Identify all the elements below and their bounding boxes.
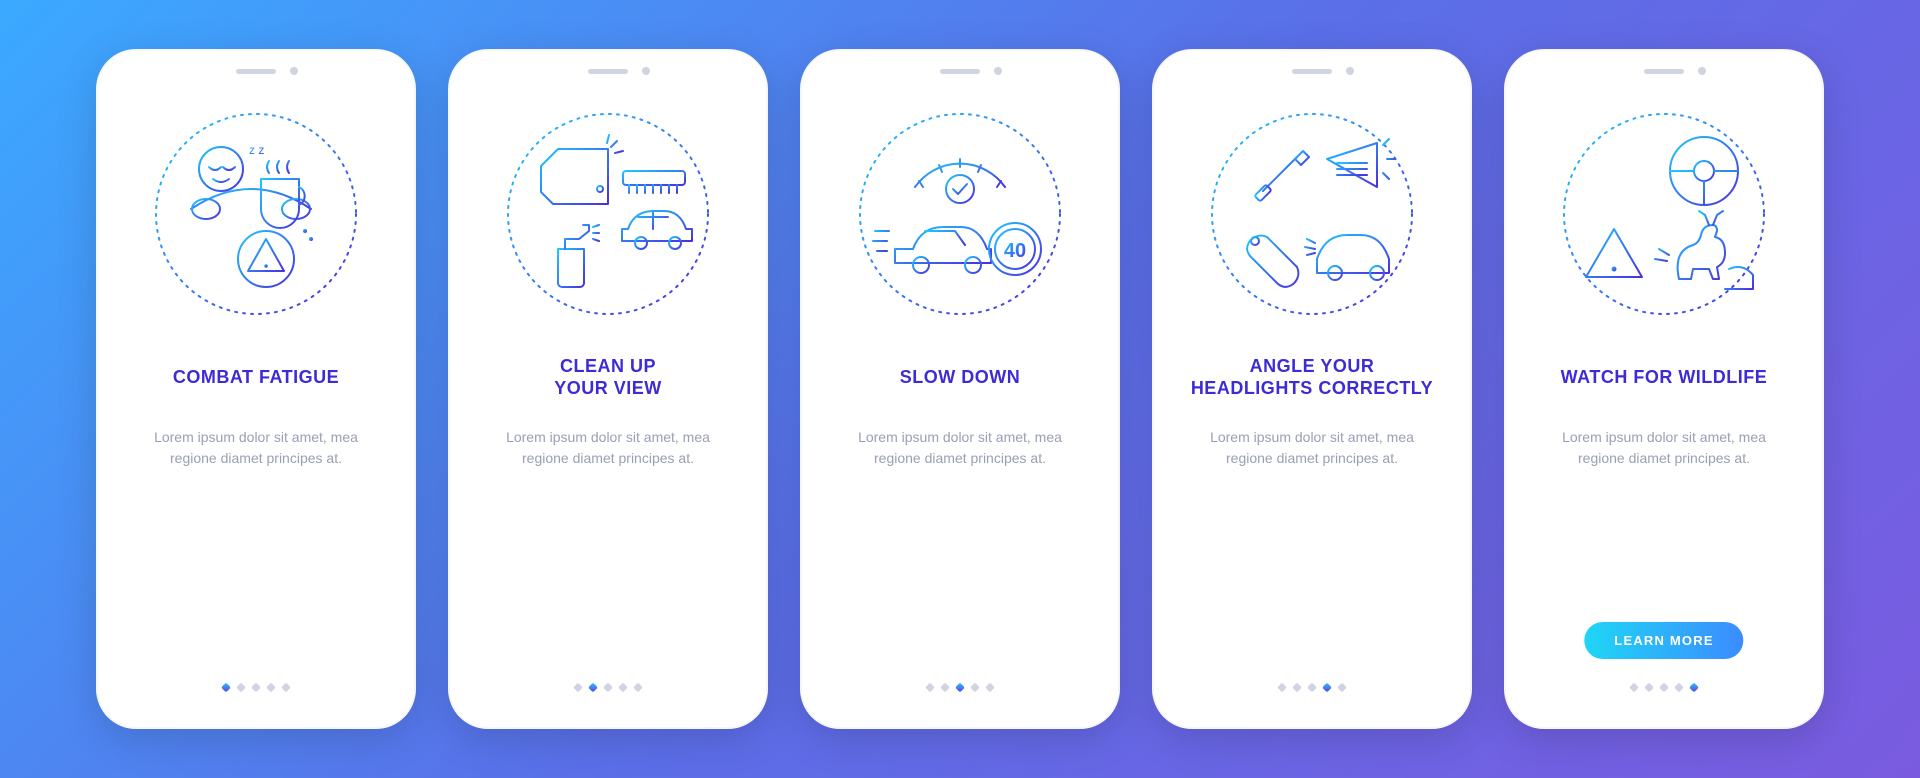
page-dot[interactable] — [266, 683, 276, 693]
page-dot[interactable] — [603, 683, 613, 693]
svg-text:z z: z z — [249, 143, 264, 157]
page-dot[interactable] — [251, 683, 261, 693]
screen-body: Lorem ipsum dolor sit amet, mea regione … — [1539, 427, 1789, 469]
page-indicator — [1279, 684, 1346, 691]
page-dot[interactable] — [970, 683, 980, 693]
page-dot[interactable] — [573, 683, 583, 693]
screen-body: Lorem ipsum dolor sit amet, mea regione … — [835, 427, 1085, 469]
wildlife-icon — [1559, 109, 1769, 319]
page-dot[interactable] — [1674, 683, 1684, 693]
screen-title: ANGLE YOUR HEADLIGHTS CORRECTLY — [1191, 353, 1433, 401]
page-indicator — [1631, 684, 1698, 691]
screen-body: Lorem ipsum dolor sit amet, mea regione … — [131, 427, 381, 469]
screen-title: COMBAT FATIGUE — [173, 353, 339, 401]
headlights-icon — [1207, 109, 1417, 319]
page-dot[interactable] — [221, 683, 231, 693]
screen-title: CLEAN UP YOUR VIEW — [554, 353, 662, 401]
page-dot[interactable] — [985, 683, 995, 693]
onboarding-screen: 40 SLOW DOWN Lorem ipsum dolor sit amet,… — [800, 49, 1120, 729]
page-dot[interactable] — [1307, 683, 1317, 693]
screen-title: WATCH FOR WILDLIFE — [1561, 353, 1768, 401]
page-dot[interactable] — [940, 683, 950, 693]
onboarding-screen: ANGLE YOUR HEADLIGHTS CORRECTLY Lorem ip… — [1152, 49, 1472, 729]
onboarding-screen: CLEAN UP YOUR VIEW Lorem ipsum dolor sit… — [448, 49, 768, 729]
svg-text:40: 40 — [1004, 240, 1026, 262]
screen-body: Lorem ipsum dolor sit amet, mea regione … — [483, 427, 733, 469]
page-indicator — [223, 684, 290, 691]
fatigue-icon: z z — [151, 109, 361, 319]
page-dot[interactable] — [1292, 683, 1302, 693]
onboarding-screen: WATCH FOR WILDLIFE Lorem ipsum dolor sit… — [1504, 49, 1824, 729]
page-dot[interactable] — [1689, 683, 1699, 693]
page-dot[interactable] — [588, 683, 598, 693]
clean-view-icon — [503, 109, 713, 319]
page-dot[interactable] — [1322, 683, 1332, 693]
page-indicator — [575, 684, 642, 691]
page-dot[interactable] — [1659, 683, 1669, 693]
learn-more-button[interactable]: LEARN MORE — [1584, 622, 1743, 659]
page-dot[interactable] — [618, 683, 628, 693]
page-dot[interactable] — [1644, 683, 1654, 693]
screen-body: Lorem ipsum dolor sit amet, mea regione … — [1187, 427, 1437, 469]
page-dot[interactable] — [236, 683, 246, 693]
page-dot[interactable] — [955, 683, 965, 693]
slow-down-icon: 40 — [855, 109, 1065, 319]
page-dot[interactable] — [1629, 683, 1639, 693]
page-dot[interactable] — [1277, 683, 1287, 693]
page-dot[interactable] — [633, 683, 643, 693]
page-dot[interactable] — [925, 683, 935, 693]
screen-title: SLOW DOWN — [900, 353, 1020, 401]
page-dot[interactable] — [1337, 683, 1347, 693]
page-indicator — [927, 684, 994, 691]
page-dot[interactable] — [281, 683, 291, 693]
onboarding-screen: z z COMBAT FATIGUE Lorem ipsum dolor sit… — [96, 49, 416, 729]
